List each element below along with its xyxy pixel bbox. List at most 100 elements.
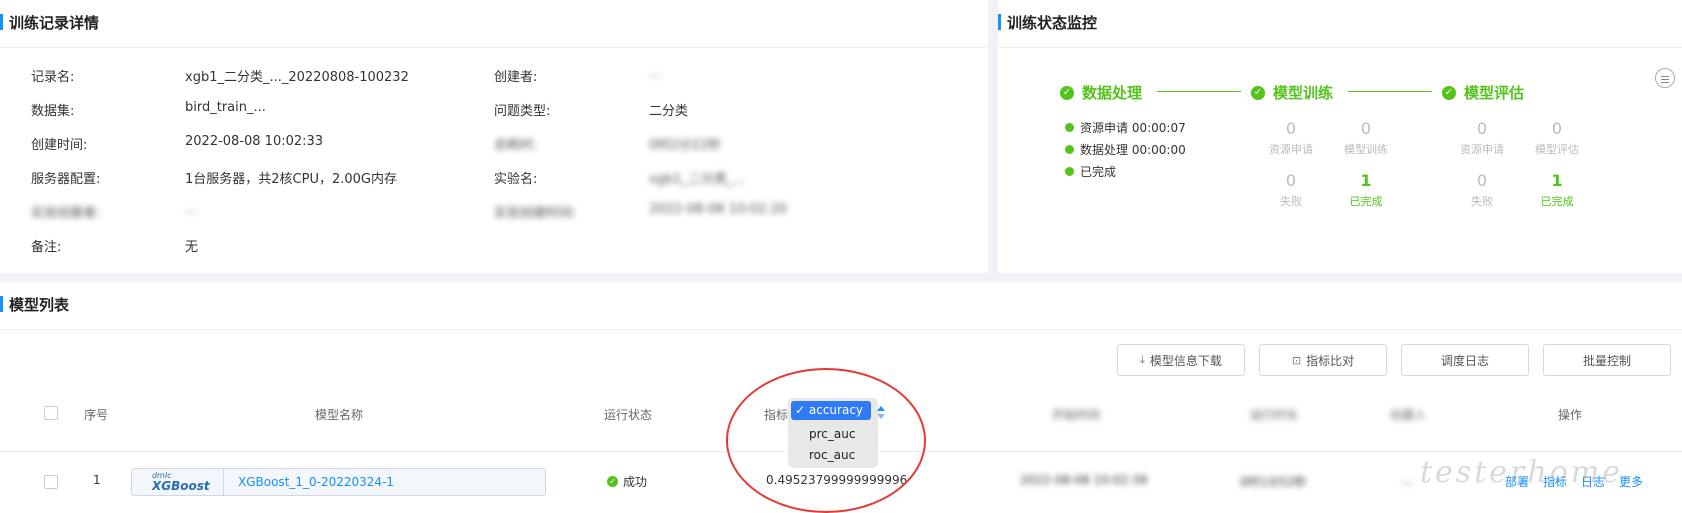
status-text: 成功 [623, 475, 648, 489]
train-stat: 0 模型训练 [1336, 120, 1396, 157]
panel-title: 训练状态监控 [1007, 14, 1098, 32]
compare-icon: ⊡ [1291, 353, 1302, 367]
list-view-icon[interactable] [1655, 68, 1675, 88]
header-start-time: 开始时间 [1052, 408, 1101, 422]
stat-number: 0 [1285, 119, 1297, 138]
stat-label: 已完成 [1349, 195, 1383, 208]
stat-number: 1 [1360, 171, 1372, 190]
log-item: 数据处理 00:00:00 [1065, 141, 1186, 158]
experiment-name-value: xgb1_二分类_... [649, 172, 746, 187]
stat-number: 0 [1476, 119, 1488, 138]
exp-created-time-label: 实验创建时间: [494, 206, 577, 221]
batch-control-button[interactable]: 批量控制 [1543, 344, 1671, 376]
log-item: 资源申请 00:00:07 [1065, 119, 1186, 136]
dataset-value: bird_train_... [185, 100, 266, 115]
stat-label: 失败 [1280, 195, 1302, 208]
stat-number: 0 [1360, 119, 1372, 138]
row-index: 1 [93, 473, 101, 487]
header-duration: 运行时长 [1250, 408, 1299, 422]
created-time-label: 创建时间: [31, 138, 88, 153]
train-stat: 0 失败 [1261, 172, 1321, 209]
log-item: 已完成 [1065, 163, 1116, 180]
stage-label: 数据处理 [1082, 84, 1143, 102]
schedule-log-button[interactable]: 调度日志 [1401, 344, 1529, 376]
header-model-name: 模型名称 [315, 408, 364, 422]
stat-label: 失败 [1471, 195, 1493, 208]
check-circle-icon: ✓ [1251, 85, 1265, 100]
experiment-name-label: 实验名: [494, 172, 538, 187]
download-model-info-button[interactable]: ⤓ 模型信息下载 [1117, 344, 1245, 376]
highlight-annotation-circle [726, 368, 926, 513]
stage-data-processing: ✓ 数据处理 [1060, 82, 1142, 103]
status-dot-icon [1065, 123, 1074, 132]
model-name-link[interactable]: XGBoost_1_0-20220324-1 [238, 475, 394, 489]
title-accent-bar [0, 14, 3, 30]
stat-number: 0 [1551, 119, 1563, 138]
record-name-value: xgb1_二分类_..._20220808-100232 [185, 70, 409, 85]
model-name-cell[interactable]: dmlc XGBoost XGBoost_1_0-20220324-1 [131, 468, 546, 496]
header-actions: 操作 [1558, 408, 1583, 422]
stat-label: 模型训练 [1344, 143, 1388, 156]
status-dot-icon [1065, 167, 1074, 176]
panel-header: 训练记录详情 [0, 0, 988, 48]
success-icon: ✓ [607, 476, 618, 487]
stat-number: 0 [1476, 171, 1488, 190]
header-status: 运行状态 [604, 408, 653, 422]
log-text: 资源申请 00:00:07 [1080, 121, 1186, 135]
xgboost-logo: dmlc XGBoost [132, 469, 224, 495]
logo-big-text: XGBoost [152, 479, 210, 493]
remark-label: 备注: [31, 240, 62, 255]
title-accent-bar [998, 14, 1001, 30]
log-text: 数据处理 00:00:00 [1080, 143, 1186, 157]
eval-stat: 1 已完成 [1527, 172, 1587, 209]
button-label: 指标比对 [1306, 353, 1355, 368]
status-badge: ✓ 成功 [607, 473, 647, 490]
duration-value: 0时1分52秒 [1240, 475, 1307, 489]
exp-creator-label: 实验创建者: [31, 206, 101, 221]
exp-created-time-value: 2022-08-08 10:02:20 [649, 202, 788, 217]
check-circle-icon: ✓ [1442, 85, 1456, 100]
row-checkbox[interactable] [44, 475, 58, 489]
stat-label: 模型评估 [1535, 143, 1579, 156]
log-text: 已完成 [1080, 165, 1117, 179]
panel-header: 模型列表 [0, 282, 1682, 330]
total-duration-value: 0时2分22秒 [649, 138, 722, 153]
header-creator: 创建人 [1390, 408, 1427, 422]
button-label: 调度日志 [1440, 353, 1489, 368]
stage-connector [1348, 91, 1432, 92]
stat-label: 资源申请 [1269, 143, 1313, 156]
stage-label: 模型训练 [1273, 84, 1334, 102]
eval-stat: 0 失败 [1452, 172, 1512, 209]
stat-label: 已完成 [1540, 195, 1574, 208]
title-accent-bar [0, 296, 3, 312]
select-all-checkbox[interactable] [44, 406, 58, 420]
stage-model-training: ✓ 模型训练 [1251, 82, 1333, 103]
panel-title: 模型列表 [9, 296, 70, 314]
server-config-value: 1台服务器，共2核CPU，2.00G内存 [185, 172, 397, 187]
panel-header: 训练状态监控 [998, 0, 1682, 48]
watermark: testerhome [1420, 455, 1623, 490]
stat-number: 0 [1285, 171, 1297, 190]
creator-value: ... [1402, 473, 1414, 487]
dataset-label: 数据集: [31, 104, 75, 119]
problem-type-value: 二分类 [649, 104, 689, 119]
creator-label: 创建者: [494, 70, 538, 85]
exp-creator-value: ... [185, 202, 198, 217]
check-circle-icon: ✓ [1060, 85, 1074, 100]
server-config-label: 服务器配置: [31, 172, 101, 187]
button-label: 模型信息下载 [1149, 353, 1222, 368]
compare-metrics-button[interactable]: ⊡ 指标比对 [1259, 344, 1387, 376]
stage-model-evaluation: ✓ 模型评估 [1442, 82, 1524, 103]
stage-connector [1157, 91, 1241, 92]
creator-value: ... [649, 66, 662, 81]
stat-number: 1 [1551, 171, 1563, 190]
remark-value: 无 [185, 240, 199, 255]
eval-stat: 0 资源申请 [1452, 120, 1512, 157]
status-dot-icon [1065, 145, 1074, 154]
created-time-value: 2022-08-08 10:02:33 [185, 134, 324, 149]
start-time-value: 2022-08-08 10:02:38 [1020, 473, 1148, 487]
record-name-label: 记录名: [31, 70, 75, 85]
total-duration-label: 总耗时: [494, 138, 538, 153]
header-index: 序号 [84, 408, 109, 422]
stage-label: 模型评估 [1464, 84, 1525, 102]
